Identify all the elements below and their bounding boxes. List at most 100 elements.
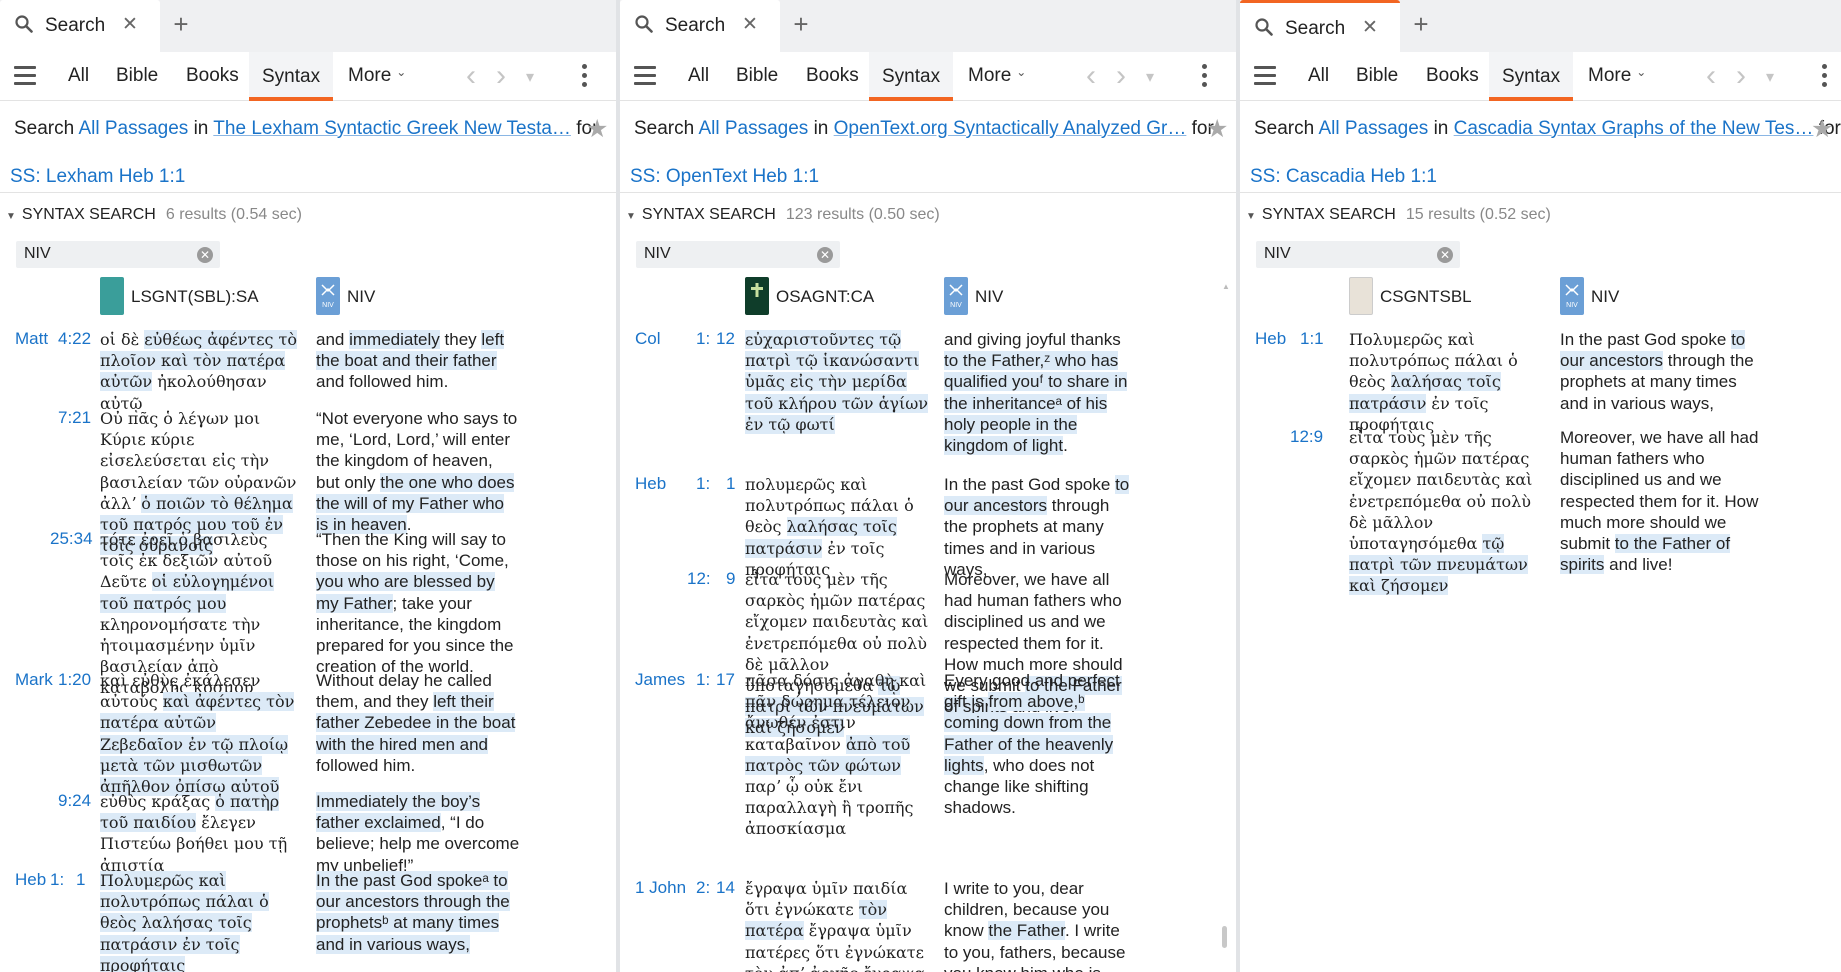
chevron-down-icon: ⌄ [396, 64, 407, 79]
filter-field[interactable]: NIV ✕ [1256, 241, 1460, 268]
scroll-up-icon[interactable]: ▲ [1222, 282, 1230, 291]
query-title[interactable]: SS: Lexham Heb 1:1 [10, 166, 185, 188]
query-title[interactable]: SS: OpenText Heb 1:1 [630, 166, 819, 188]
reference-verse[interactable]: 1 [726, 474, 735, 494]
panel-divider[interactable] [616, 0, 620, 972]
close-icon[interactable]: ✕ [1360, 18, 1380, 38]
back-arrow-icon[interactable]: ‹ [1086, 61, 1096, 91]
favorite-star-icon[interactable]: ★ [586, 116, 612, 142]
hamburger-menu-icon[interactable] [1254, 66, 1276, 86]
tab-bible[interactable]: Bible [1356, 65, 1398, 101]
clear-filter-icon[interactable]: ✕ [197, 247, 213, 263]
reference-verse[interactable]: 14 [716, 878, 735, 898]
scrollbar-thumb[interactable] [1222, 926, 1227, 948]
clear-filter-icon[interactable]: ✕ [817, 247, 833, 263]
history-dropdown-icon[interactable]: ▾ [526, 68, 534, 88]
section-header[interactable]: ▼ SYNTAX SEARCH 6 results (0.54 sec) [6, 206, 302, 224]
reference-chapter[interactable]: 9:24 [58, 791, 91, 811]
favorite-star-icon[interactable]: ★ [1206, 116, 1232, 142]
reference-verse[interactable]: 12 [716, 329, 735, 349]
reference-chapter[interactable]: 1: [696, 329, 710, 349]
filter-value: NIV [644, 245, 671, 262]
hamburger-menu-icon[interactable] [634, 66, 656, 86]
reference-chapter[interactable]: 1:1 [1300, 329, 1324, 349]
clear-filter-icon[interactable]: ✕ [1437, 247, 1453, 263]
reference-chapter[interactable]: 7:21 [58, 408, 91, 428]
filter-field[interactable]: NIV ✕ [16, 241, 220, 268]
reference-chapter[interactable]: 4:22 [58, 329, 91, 349]
search-resource[interactable]: The Lexham Syntactic Greek New Testa… [213, 118, 571, 139]
filter-field[interactable]: NIV ✕ [636, 241, 840, 268]
reference-chapter[interactable]: 2: [696, 878, 710, 898]
reference-book[interactable]: Heb [15, 870, 46, 890]
reference-chapter[interactable]: 1: [50, 870, 64, 890]
reference-verse[interactable]: 1 [76, 870, 85, 890]
new-tab-button[interactable]: + [1408, 11, 1434, 38]
collapse-triangle-icon[interactable]: ▼ [6, 211, 16, 222]
tab-syntax[interactable]: Syntax [249, 52, 334, 101]
tab-bible[interactable]: Bible [116, 65, 158, 101]
reference-chapter[interactable]: 1: [696, 670, 710, 690]
new-tab-button[interactable]: + [168, 11, 194, 38]
reference-book[interactable]: Heb [635, 474, 666, 494]
reference-verse[interactable]: 9 [726, 569, 735, 589]
more-options-icon[interactable] [582, 64, 588, 90]
tab-search[interactable]: Search ✕ [620, 0, 780, 52]
section-header[interactable]: ▼ SYNTAX SEARCH 15 results (0.52 sec) [1246, 206, 1551, 224]
collapse-triangle-icon[interactable]: ▼ [1246, 211, 1256, 222]
close-icon[interactable]: ✕ [120, 15, 140, 35]
tab-bible[interactable]: Bible [736, 65, 778, 101]
reference-book[interactable]: Col [635, 329, 661, 349]
section-header[interactable]: ▼ SYNTAX SEARCH 123 results (0.50 sec) [626, 206, 940, 224]
reference-book[interactable]: Heb [1255, 329, 1286, 349]
close-icon[interactable]: ✕ [740, 15, 760, 35]
reference-book[interactable]: Matt [15, 329, 48, 349]
back-arrow-icon[interactable]: ‹ [1706, 61, 1716, 91]
forward-arrow-icon[interactable]: › [1116, 61, 1126, 91]
tab-all[interactable]: All [68, 65, 89, 101]
back-arrow-icon[interactable]: ‹ [466, 61, 476, 91]
reference-chapter[interactable]: 1:20 [58, 670, 91, 690]
tab-all[interactable]: All [1308, 65, 1329, 101]
reference-book[interactable]: Mark [15, 670, 53, 690]
query-title[interactable]: SS: Cascadia Heb 1:1 [1250, 166, 1437, 188]
tab-books[interactable]: Books [186, 65, 239, 101]
history-dropdown-icon[interactable]: ▾ [1146, 68, 1154, 88]
filter-value: NIV [24, 245, 51, 262]
reference-book[interactable]: 1 John [635, 878, 686, 898]
more-menu[interactable]: More ⌄ [968, 65, 1026, 101]
hamburger-menu-icon[interactable] [14, 66, 36, 86]
collapse-triangle-icon[interactable]: ▼ [626, 211, 636, 222]
tab-all[interactable]: All [688, 65, 709, 101]
forward-arrow-icon[interactable]: › [496, 61, 506, 91]
search-resource[interactable]: Cascadia Syntax Graphs of the New Tes… [1454, 118, 1814, 139]
forward-arrow-icon[interactable]: › [1736, 61, 1746, 91]
new-tab-button[interactable]: + [788, 11, 814, 38]
panel-divider[interactable] [1236, 0, 1240, 972]
tab-books[interactable]: Books [1426, 65, 1479, 101]
niv-cover-icon: NIV [316, 277, 340, 315]
more-menu[interactable]: More ⌄ [348, 65, 406, 101]
tab-syntax[interactable]: Syntax [1489, 52, 1574, 101]
more-menu[interactable]: More ⌄ [1588, 65, 1646, 101]
more-options-icon[interactable] [1202, 64, 1208, 90]
reference-chapter[interactable]: 12:9 [1290, 427, 1323, 447]
reference-chapter[interactable]: 25:34 [50, 529, 93, 549]
tab-syntax[interactable]: Syntax [869, 52, 954, 101]
greek-text: καὶ εὐθὺς ἐκάλεσεν αὐτούς καὶ ἀφέντες τὸ… [100, 671, 295, 797]
filter-value: NIV [1264, 245, 1291, 262]
tab-search[interactable]: Search ✕ [1240, 0, 1400, 52]
tab-books[interactable]: Books [806, 65, 859, 101]
history-dropdown-icon[interactable]: ▾ [1766, 68, 1774, 88]
reference-book[interactable]: James [635, 670, 685, 690]
more-options-icon[interactable] [1822, 64, 1828, 90]
favorite-star-icon[interactable]: ★ [1811, 116, 1837, 142]
search-resource[interactable]: OpenText.org Syntactically Analyzed Gr… [834, 118, 1187, 139]
tab-search[interactable]: Search ✕ [0, 0, 160, 52]
search-scope[interactable]: All Passages [78, 118, 188, 139]
reference-chapter[interactable]: 1: [696, 474, 710, 494]
reference-verse[interactable]: 17 [716, 670, 735, 690]
search-scope[interactable]: All Passages [1318, 118, 1428, 139]
reference-chapter[interactable]: 12: [687, 569, 711, 589]
search-scope[interactable]: All Passages [698, 118, 808, 139]
